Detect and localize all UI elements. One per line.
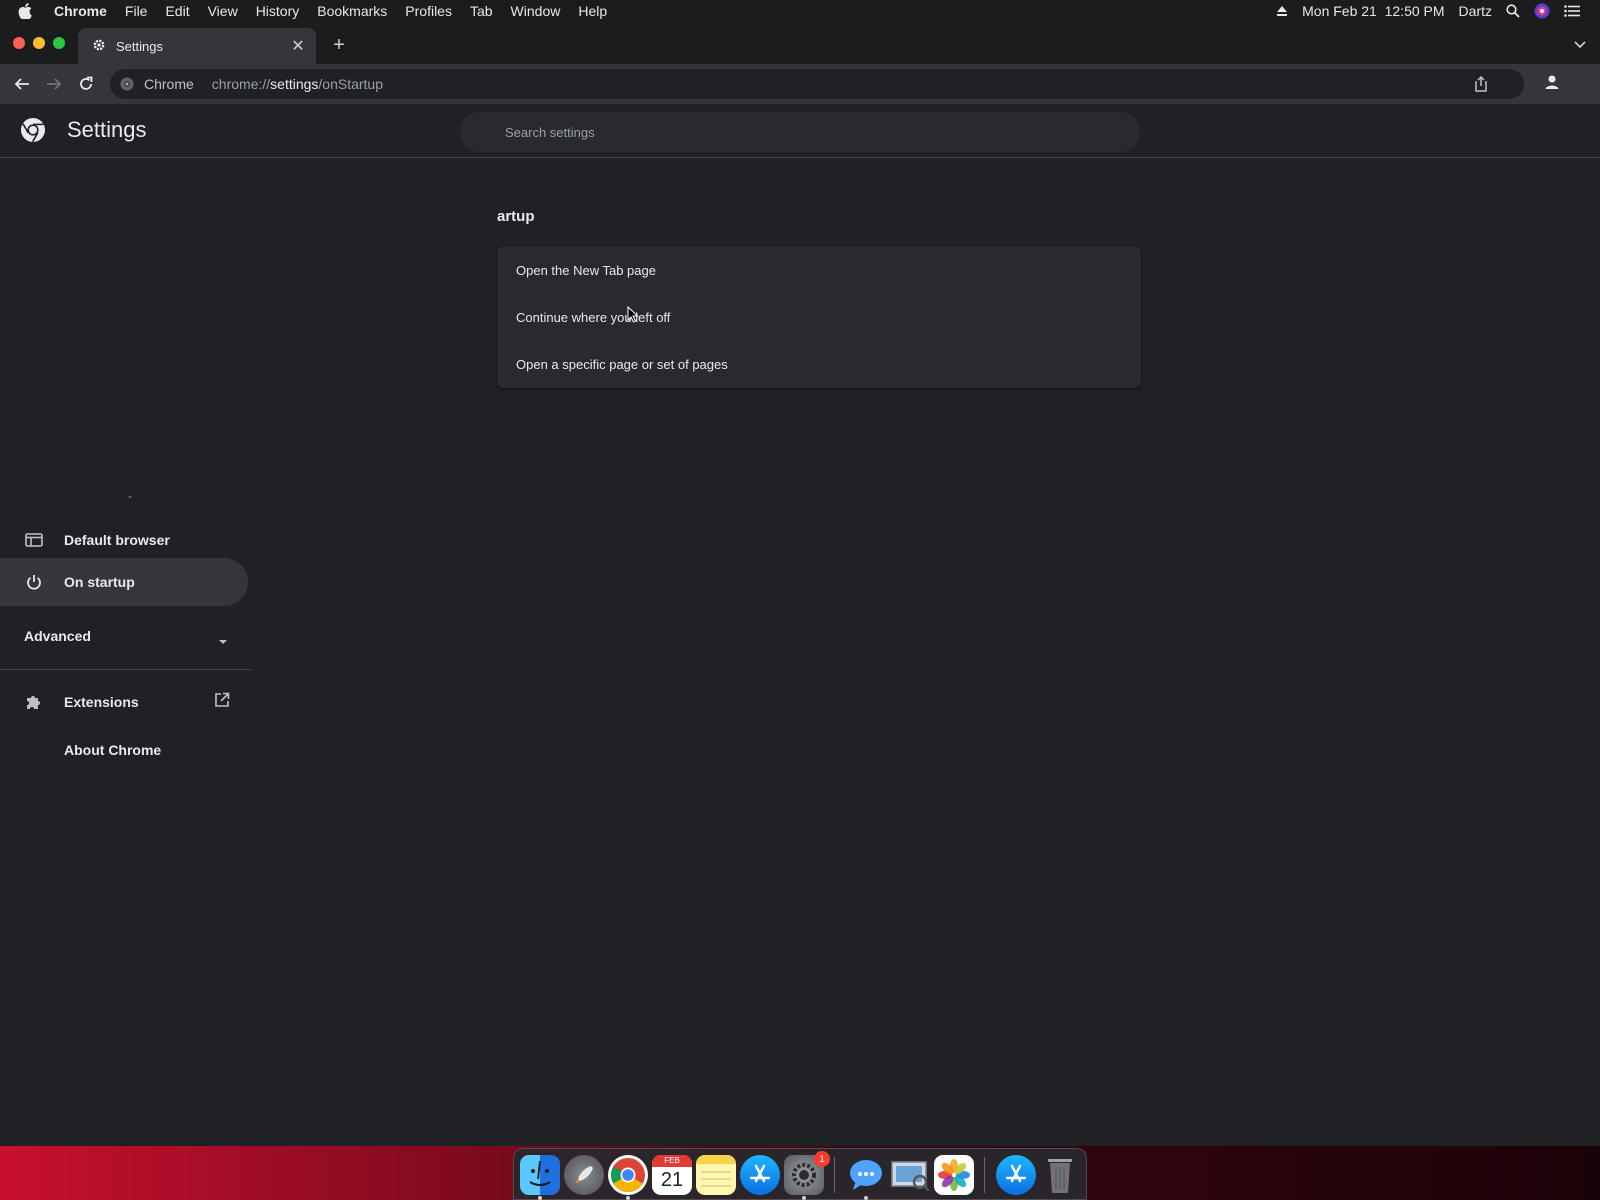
chrome-dock-icon[interactable] — [608, 1155, 648, 1195]
menu-bookmarks[interactable]: Bookmarks — [317, 3, 387, 19]
menu-help[interactable]: Help — [578, 3, 607, 19]
startup-option-continue[interactable]: Continue where you left off — [497, 293, 1141, 341]
menu-profiles[interactable]: Profiles — [405, 3, 452, 19]
tab-strip: Settings ✕ + — [0, 22, 1600, 64]
sidebar-item-label: Extensions — [64, 694, 139, 710]
calendar-month: FEB — [652, 1155, 692, 1167]
option-label: Open a specific page or set of pages — [516, 356, 728, 372]
startup-option-specific-pages[interactable]: Open a specific page or set of pages — [497, 340, 1141, 388]
settings-sidebar: - Default browser On startup Advanced Ex… — [0, 159, 256, 1146]
mouse-cursor-icon — [627, 305, 639, 328]
chrome-running-indicator — [626, 1196, 630, 1200]
sidebar-partial-item: - — [128, 489, 132, 503]
reload-icon[interactable] — [74, 72, 98, 96]
calendar-day: 21 — [660, 1169, 684, 1191]
section-title: artup — [497, 208, 535, 225]
macos-menu-bar: Chrome File Edit View History Bookmarks … — [0, 0, 1600, 22]
address-bar[interactable]: Chrome chrome://settings/onStartup — [110, 69, 1524, 99]
chrome-site-icon — [120, 77, 134, 91]
system-preferences-badge: 1 — [814, 1151, 830, 1167]
app-store-icon[interactable] — [740, 1155, 780, 1195]
sidebar-item-label: Default browser — [64, 532, 170, 548]
search-input[interactable] — [505, 112, 1105, 152]
option-label: Open the New Tab page — [516, 262, 656, 278]
dock: FEB 21 1 — [513, 1148, 1087, 1200]
dock-separator — [984, 1157, 985, 1193]
sidebar-item-on-startup[interactable]: On startup — [0, 558, 248, 606]
sidebar-item-extensions[interactable]: Extensions — [0, 678, 248, 726]
settings-page: Settings - Default browser On startup Ad — [0, 104, 1600, 1146]
siri-icon[interactable] — [1534, 3, 1550, 19]
launchpad-rocket-icon[interactable] — [564, 1155, 604, 1195]
chrome-window: Settings ✕ + Chrome chrome://settings/on… — [0, 22, 1600, 1146]
chrome-logo-icon — [20, 117, 46, 148]
sidebar-advanced-toggle[interactable]: Advanced — [0, 612, 248, 660]
finder-icon[interactable] — [520, 1155, 560, 1195]
menu-view[interactable]: View — [208, 3, 238, 19]
system-preferences-running-indicator — [802, 1196, 806, 1200]
forward-arrow-icon[interactable] — [42, 72, 66, 96]
notes-icon[interactable] — [696, 1155, 736, 1195]
sidebar-divider — [0, 669, 252, 670]
trash-icon[interactable] — [1040, 1155, 1080, 1195]
open-in-new-icon — [214, 692, 230, 711]
spotlight-search-icon[interactable] — [1506, 4, 1520, 18]
back-arrow-icon[interactable] — [10, 72, 34, 96]
sidebar-advanced-label: Advanced — [24, 628, 91, 644]
sidebar-item-label: On startup — [64, 574, 135, 590]
omnibox-origin: Chrome — [144, 76, 194, 92]
messages-icon[interactable] — [846, 1155, 886, 1195]
tab-close-icon[interactable]: ✕ — [286, 34, 310, 58]
share-icon[interactable] — [1474, 75, 1488, 95]
startup-options-card: Open the New Tab page Continue where you… — [497, 246, 1141, 388]
tab-search-chevron-icon[interactable] — [1574, 36, 1586, 54]
window-minimize-button[interactable] — [33, 37, 45, 49]
omnibox-url: chrome://settings/onStartup — [211, 76, 384, 92]
finder-running-indicator — [538, 1196, 542, 1200]
dropdown-arrow-icon — [218, 632, 228, 648]
new-tab-button[interactable]: + — [328, 34, 350, 56]
gear-icon — [92, 38, 106, 55]
photos-flower-icon[interactable] — [934, 1155, 974, 1195]
power-icon — [24, 572, 44, 592]
menubar-user[interactable]: Dartz — [1459, 3, 1492, 19]
notification-center-icon[interactable] — [1564, 5, 1580, 17]
profile-avatar-icon[interactable] — [1544, 74, 1560, 95]
eject-icon[interactable] — [1276, 5, 1288, 17]
menu-app-chrome[interactable]: Chrome — [54, 3, 107, 19]
startup-option-new-tab[interactable]: Open the New Tab page — [497, 246, 1141, 294]
menu-file[interactable]: File — [125, 3, 148, 19]
sidebar-item-label: About Chrome — [64, 742, 162, 758]
menubar-datetime[interactable]: Mon Feb 21 12:50 PM — [1302, 3, 1444, 19]
sidebar-item-default-browser[interactable]: Default browser — [0, 516, 248, 564]
window-zoom-button[interactable] — [53, 37, 65, 49]
menu-tab[interactable]: Tab — [470, 3, 493, 19]
tab-settings[interactable]: Settings ✕ — [78, 28, 316, 64]
settings-search-box[interactable] — [460, 112, 1140, 152]
calendar-icon[interactable]: FEB 21 — [652, 1155, 692, 1195]
browser-toolbar: Chrome chrome://settings/onStartup — [0, 64, 1600, 104]
option-label: Continue where you left off — [516, 309, 671, 325]
menu-window[interactable]: Window — [511, 3, 561, 19]
settings-header: Settings — [0, 104, 1600, 158]
page-title: Settings — [67, 117, 147, 142]
preview-photos-icon[interactable] — [890, 1155, 930, 1195]
puzzle-piece-icon — [24, 692, 44, 712]
messages-running-indicator — [864, 1196, 868, 1200]
tab-title: Settings — [116, 38, 163, 54]
app-store-downloads-icon[interactable] — [996, 1155, 1036, 1195]
window-close-button[interactable] — [13, 37, 25, 49]
sidebar-item-about-chrome[interactable]: About Chrome — [0, 726, 248, 774]
menu-edit[interactable]: Edit — [165, 3, 189, 19]
browser-window-icon — [24, 530, 44, 550]
apple-icon[interactable] — [18, 3, 36, 19]
dock-separator — [834, 1157, 835, 1193]
menu-history[interactable]: History — [256, 3, 300, 19]
